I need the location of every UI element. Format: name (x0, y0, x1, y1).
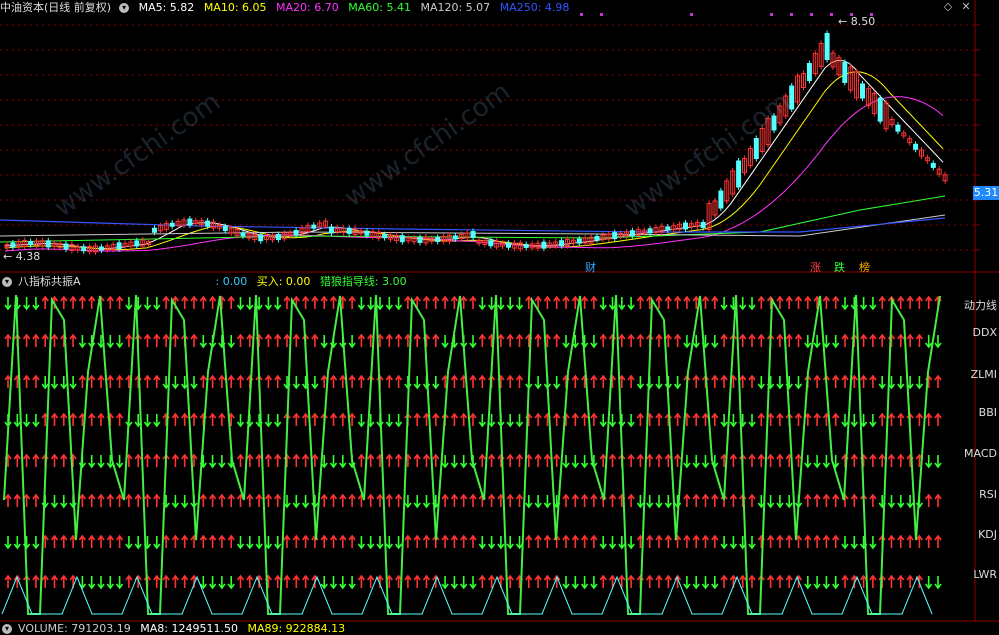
candle-body (63, 243, 69, 250)
signal-dot (830, 13, 833, 16)
row-label-rsi: RSI (979, 488, 997, 501)
volume-ma8: MA8: 1249511.50 (140, 622, 238, 635)
high-price-label: ← 8.50 (838, 15, 876, 28)
candle-body (930, 162, 936, 168)
volume-header: ▾ VOLUME: 791203.19 MA8: 1249511.50 MA89:… (0, 622, 351, 635)
candle-body (364, 230, 370, 236)
buy-signal-line (1, 575, 933, 615)
indicator-buy-value: 买入: 0.00 (256, 275, 311, 288)
row-label-lwr: LWR (973, 568, 997, 581)
signal-dot (790, 13, 793, 16)
indicator-title: 八指标共振A (18, 275, 81, 288)
candle-body (700, 222, 706, 228)
candle-body (895, 124, 901, 132)
top-marker-dots (580, 13, 873, 16)
candle-body (824, 33, 830, 60)
candle-body (275, 234, 281, 241)
ma120-value: MA120: 5.07 (420, 1, 491, 14)
candle-body (629, 230, 635, 237)
candle-body (718, 190, 724, 209)
candle-body (222, 226, 228, 232)
candle-body (417, 236, 423, 243)
candle-body (576, 238, 582, 244)
candle-body (523, 243, 529, 248)
candle-body (877, 97, 883, 122)
row-label-power: 动力线 (964, 299, 997, 312)
ma5-value: MA5: 5.82 (138, 1, 195, 14)
candle-body (293, 229, 299, 235)
candle-body (506, 242, 511, 248)
indicator-value-0: : 0.00 (215, 275, 248, 288)
current-price-tag: 5.31 (973, 186, 999, 200)
ma60-value: MA60: 5.41 (348, 1, 411, 14)
candle-body (134, 240, 140, 247)
candle-body (594, 236, 600, 240)
candle-body (81, 246, 87, 252)
candle-body (382, 234, 388, 239)
indicator-header: ▾ 八指标共振A : 0.00 买入: 0.00 猎狼指导线: 3.00 (0, 274, 413, 290)
candle-body (346, 227, 352, 234)
row-label-ddx: DDX (972, 326, 997, 339)
ma20-value: MA20: 6.70 (276, 1, 339, 14)
indicator-guide-value: 猎狼指导线: 3.00 (319, 275, 407, 288)
volume-ma89: MA89: 922884.13 (247, 622, 346, 635)
candle-body (488, 240, 494, 247)
candle-body (152, 227, 157, 233)
candle-body (205, 220, 211, 227)
candle-body (45, 240, 51, 248)
low-price-label: ← 4.38 (3, 250, 41, 263)
settings-icon[interactable]: ◇ (942, 1, 954, 13)
candle-body (98, 246, 104, 251)
ma10-value: MA10: 6.05 (203, 1, 267, 14)
candle-body (753, 138, 759, 159)
signal-dot (690, 13, 693, 16)
dropdown-icon[interactable]: ▾ (119, 3, 130, 13)
signal-dot (580, 13, 583, 16)
row-label-zlmi: ZLMI (970, 368, 997, 381)
candle-body (559, 240, 565, 247)
candle-body (913, 143, 919, 150)
candle-body (187, 218, 193, 226)
chart-title: 中油资本(日线 前复权) (0, 1, 112, 14)
signal-dot (770, 13, 773, 16)
candle-body (470, 231, 476, 239)
signal-dot (600, 13, 603, 16)
main-chart-header: 中油资本(日线 前复权) ▾ MA5: 5.82 MA10: 6.05 MA20:… (0, 0, 575, 16)
candle-body (258, 234, 264, 242)
candle-body (665, 226, 671, 231)
dropdown-icon[interactable]: ▾ (2, 277, 12, 287)
candle-body (736, 160, 742, 188)
candle-body (435, 236, 441, 242)
event-marker-cai[interactable]: 财 (585, 259, 596, 275)
candle-body (329, 226, 334, 234)
event-marker-zhang[interactable]: 涨 (810, 259, 821, 275)
row-label-kdj: KDJ (978, 528, 997, 541)
candle-body (683, 222, 688, 230)
dropdown-icon[interactable]: ▾ (2, 624, 12, 634)
close-icon[interactable]: ✕ (960, 1, 972, 13)
candle-body (28, 241, 34, 246)
candle-body (806, 63, 812, 81)
hunter-guide-line (3, 294, 941, 615)
ma250-value: MA250: 4.98 (499, 1, 570, 14)
candle-body (10, 242, 16, 248)
event-marker-bang[interactable]: 榜 (859, 259, 870, 275)
candle-body (452, 235, 458, 240)
candle-body (399, 235, 405, 243)
candle-body (116, 242, 122, 250)
signal-dot (810, 13, 813, 16)
candle-body (860, 83, 865, 99)
candle-body (311, 224, 317, 229)
row-label-bbi: BBI (978, 406, 997, 419)
candle-body (169, 222, 175, 227)
candle-body (647, 228, 653, 234)
event-marker-die[interactable]: 跌 (834, 259, 845, 275)
candle-body (240, 232, 246, 237)
candle-body (541, 241, 547, 249)
candle-body (842, 61, 848, 83)
volume-value: VOLUME: 791203.19 (18, 622, 131, 635)
candle-body (612, 232, 618, 240)
ma250-line (0, 217, 946, 233)
row-label-macd: MACD (964, 447, 997, 460)
